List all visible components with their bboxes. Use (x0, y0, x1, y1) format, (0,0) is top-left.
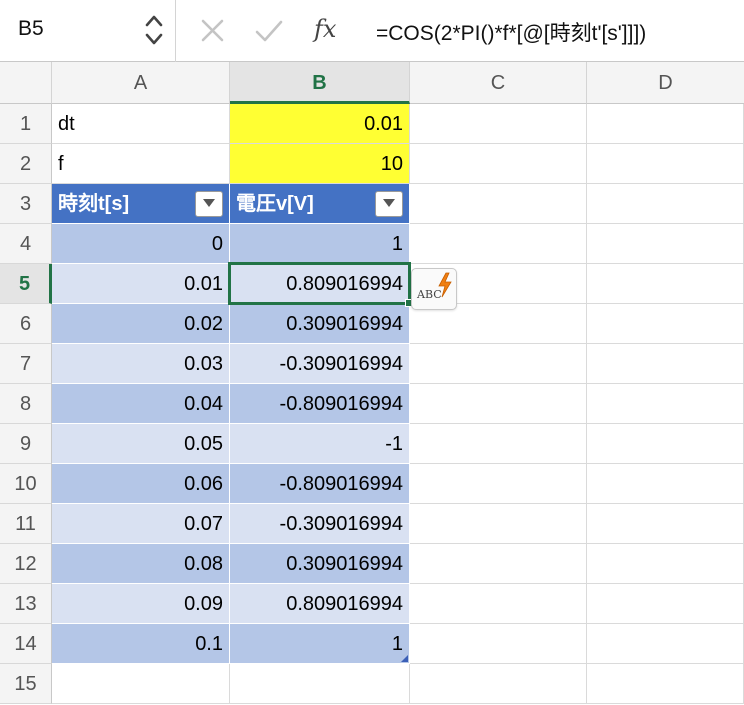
cell-b11[interactable]: -0.309016994 (230, 504, 410, 544)
cell-a13[interactable]: 0.09 (52, 584, 230, 624)
insert-function-icon[interactable]: fx (314, 15, 354, 49)
row-header-4[interactable]: 4 (0, 224, 52, 264)
cell-d2[interactable] (587, 144, 744, 184)
cell-d10[interactable] (587, 464, 744, 504)
cell-b1[interactable]: 0.01 (230, 104, 410, 144)
cell-c4[interactable] (410, 224, 587, 264)
cell-c11[interactable] (410, 504, 587, 544)
cell-c1[interactable] (410, 104, 587, 144)
cell-c15[interactable] (410, 664, 587, 704)
cell-d12[interactable] (587, 544, 744, 584)
cell-a10[interactable]: 0.06 (52, 464, 230, 504)
cell-a11[interactable]: 0.07 (52, 504, 230, 544)
cell-a4[interactable]: 0 (52, 224, 230, 264)
cell-b10[interactable]: -0.809016994 (230, 464, 410, 504)
spreadsheet-grid: A B C D 1 2 3 4 5 6 7 8 9 10 11 12 13 14 15 dt 0.01 f 10 時刻… (0, 62, 744, 705)
cell-c7[interactable] (410, 344, 587, 384)
cancel-edit-icon[interactable] (196, 14, 230, 48)
cell-b9[interactable]: -1 (230, 424, 410, 464)
cell-c3[interactable] (410, 184, 587, 224)
cell-d9[interactable] (587, 424, 744, 464)
chevron-down-icon (203, 199, 215, 207)
row-header-13[interactable]: 13 (0, 584, 52, 624)
name-box[interactable]: B5 (0, 0, 176, 62)
cell-d14[interactable] (587, 624, 744, 664)
row-header-9[interactable]: 9 (0, 424, 52, 464)
cell-a2[interactable]: f (52, 144, 230, 184)
cell-c13[interactable] (410, 584, 587, 624)
cell-b8[interactable]: -0.809016994 (230, 384, 410, 424)
cell-d11[interactable] (587, 504, 744, 544)
cell-b6[interactable]: 0.309016994 (230, 304, 410, 344)
cell-b14[interactable]: 1 (230, 624, 410, 664)
cell-d6[interactable] (587, 304, 744, 344)
cell-c12[interactable] (410, 544, 587, 584)
cell-c14[interactable] (410, 624, 587, 664)
cell-c2[interactable] (410, 144, 587, 184)
cell-d13[interactable] (587, 584, 744, 624)
cell-c9[interactable] (410, 424, 587, 464)
lightning-icon (437, 272, 453, 303)
select-all-corner[interactable] (0, 62, 52, 104)
cell-a9[interactable]: 0.05 (52, 424, 230, 464)
cell-c8[interactable] (410, 384, 587, 424)
cell-a15[interactable] (52, 664, 230, 704)
column-header-d[interactable]: D (587, 62, 744, 104)
cell-d3[interactable] (587, 184, 744, 224)
formula-bar: B5 fx =COS(2*PI()*f*[@[時刻t'[s']]]) (0, 0, 744, 62)
cell-b2[interactable]: 10 (230, 144, 410, 184)
cell-d8[interactable] (587, 384, 744, 424)
filter-dropdown-time-button[interactable] (195, 191, 223, 217)
name-box-value: B5 (18, 17, 44, 40)
cell-d7[interactable] (587, 344, 744, 384)
row-header-2[interactable]: 2 (0, 144, 52, 184)
cell-b15[interactable] (230, 664, 410, 704)
cell-b7[interactable]: -0.309016994 (230, 344, 410, 384)
cell-a7[interactable]: 0.03 (52, 344, 230, 384)
column-header-a[interactable]: A (52, 62, 230, 104)
cell-b12[interactable]: 0.309016994 (230, 544, 410, 584)
formula-input[interactable]: =COS(2*PI()*f*[@[時刻t'[s']]]) (376, 17, 646, 47)
row-header-14[interactable]: 14 (0, 624, 52, 664)
cell-c6[interactable] (410, 304, 587, 344)
cell-a8[interactable]: 0.04 (52, 384, 230, 424)
row-header-15[interactable]: 15 (0, 664, 52, 704)
cell-d4[interactable] (587, 224, 744, 264)
cell-a14[interactable]: 0.1 (52, 624, 230, 664)
confirm-edit-icon[interactable] (252, 14, 286, 48)
chevron-down-icon (383, 199, 395, 207)
cell-b5[interactable]: 0.809016994 (230, 264, 410, 304)
cell-a12[interactable]: 0.08 (52, 544, 230, 584)
cell-d15[interactable] (587, 664, 744, 704)
cell-b4[interactable]: 1 (230, 224, 410, 264)
row-header-1[interactable]: 1 (0, 104, 52, 144)
row-header-10[interactable]: 10 (0, 464, 52, 504)
filter-dropdown-voltage-button[interactable] (375, 191, 403, 217)
cell-a5[interactable]: 0.01 (52, 264, 230, 304)
row-header-6[interactable]: 6 (0, 304, 52, 344)
column-header-b[interactable]: B (230, 62, 410, 104)
cell-c10[interactable] (410, 464, 587, 504)
row-header-3[interactable]: 3 (0, 184, 52, 224)
row-header-5[interactable]: 5 (0, 264, 52, 304)
name-box-stepper-icon[interactable] (142, 10, 166, 50)
cell-a6[interactable]: 0.02 (52, 304, 230, 344)
table-resize-handle[interactable] (401, 655, 408, 662)
row-header-7[interactable]: 7 (0, 344, 52, 384)
column-header-c[interactable]: C (410, 62, 587, 104)
row-header-11[interactable]: 11 (0, 504, 52, 544)
cell-b13[interactable]: 0.809016994 (230, 584, 410, 624)
cell-d1[interactable] (587, 104, 744, 144)
row-header-8[interactable]: 8 (0, 384, 52, 424)
cell-d5[interactable] (587, 264, 744, 304)
autocorrect-options-button[interactable]: ABC (411, 268, 457, 310)
row-header-12[interactable]: 12 (0, 544, 52, 584)
cell-a1[interactable]: dt (52, 104, 230, 144)
